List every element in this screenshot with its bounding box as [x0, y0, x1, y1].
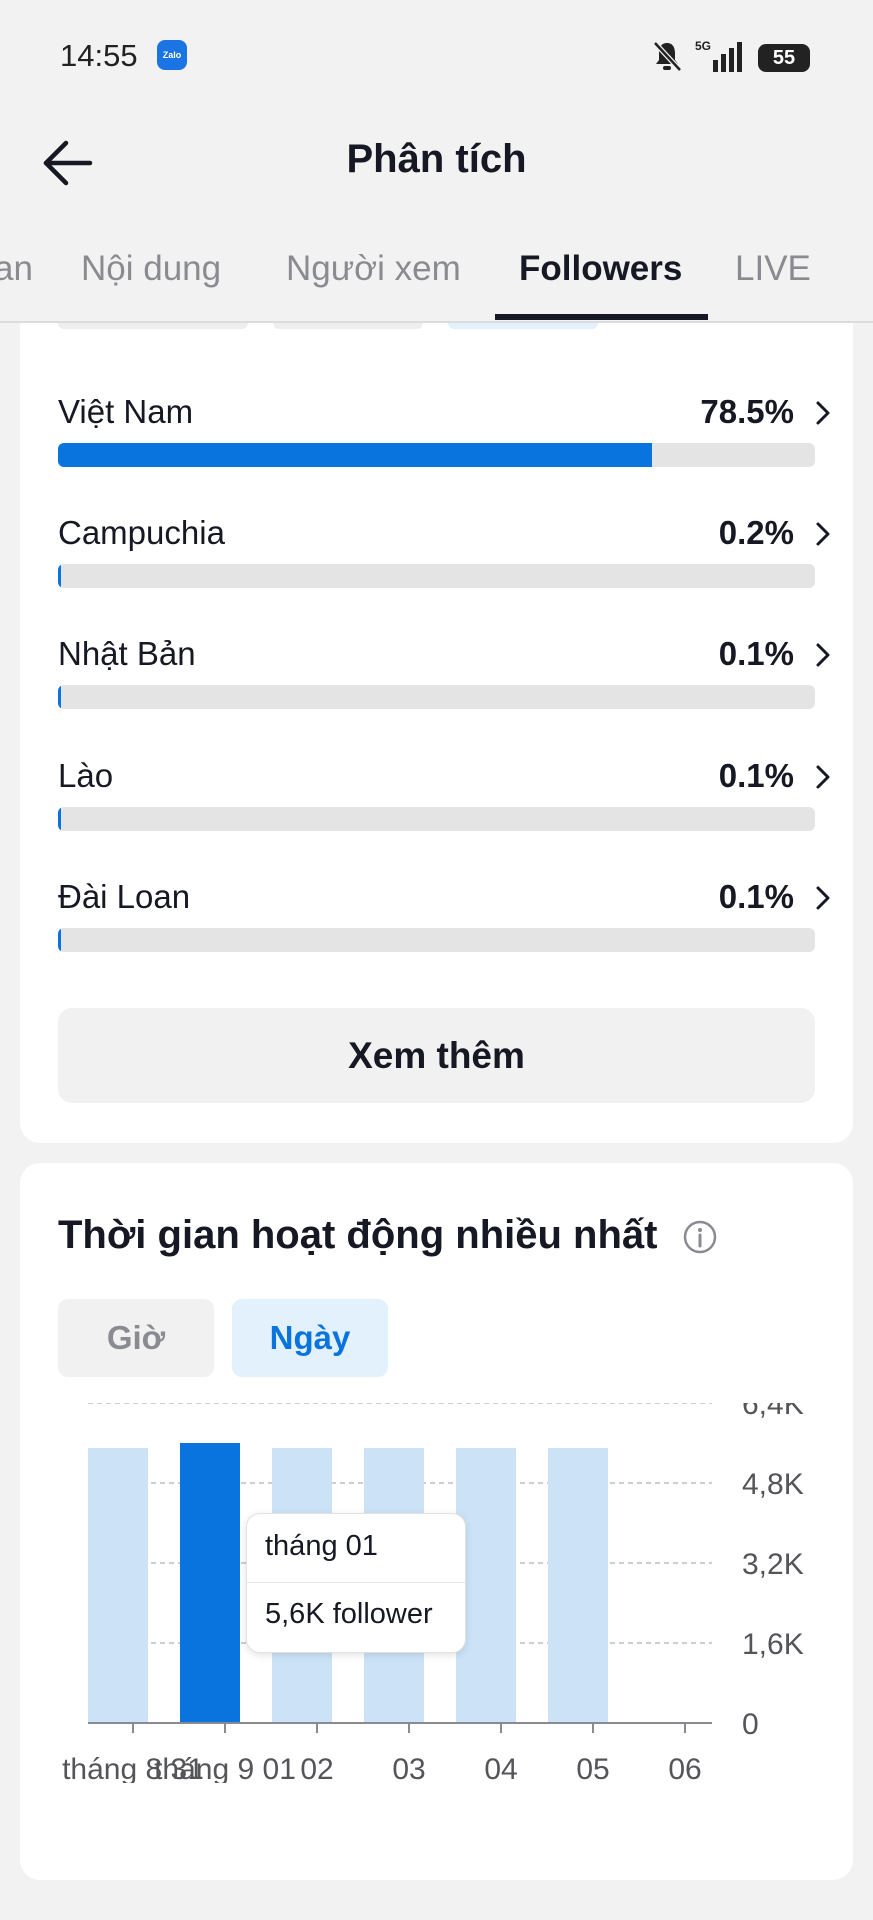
app-header: Phân tích	[0, 115, 873, 225]
progress-track	[58, 685, 815, 709]
status-time: 14:55	[60, 38, 138, 73]
chart-bar	[180, 1443, 240, 1723]
progress-track	[58, 928, 815, 952]
y-tick-label: 4,8K	[742, 1468, 804, 1501]
x-tick-label: 05	[576, 1753, 609, 1783]
see-more-button[interactable]: Xem thêm	[58, 1008, 815, 1103]
chevron-right-icon	[816, 401, 830, 425]
section-title: Thời gian hoạt động nhiều nhất	[58, 1213, 658, 1257]
tab-bar: an Nội dung Người xem Followers LIVE	[0, 225, 873, 323]
progress-fill	[58, 928, 61, 952]
x-tick-label: 02	[300, 1753, 333, 1783]
country-name: Lào	[58, 757, 114, 794]
progress-fill	[58, 443, 653, 467]
progress-track	[58, 443, 815, 467]
country-percent: 0.1%	[718, 878, 794, 915]
y-tick-label: 0	[742, 1708, 759, 1741]
tooltip-value: 5,6K follower	[265, 1598, 433, 1630]
country-name: Việt Nam	[58, 393, 194, 430]
activity-card: Thời gian hoạt động nhiều nhất Giờ Ngày …	[20, 1163, 853, 1880]
active-tab-indicator	[495, 314, 708, 320]
progress-track	[58, 564, 815, 588]
toggle-day-button[interactable]: Ngày	[232, 1299, 388, 1377]
country-percent: 78.5%	[700, 393, 794, 430]
y-tick-label: 1,6K	[742, 1628, 804, 1661]
tab-overview[interactable]: an	[0, 249, 33, 289]
x-tick-label: 04	[484, 1753, 517, 1783]
toggle-hour-button[interactable]: Giờ	[58, 1299, 214, 1377]
progress-fill	[58, 807, 61, 831]
x-tick-label: 03	[392, 1753, 425, 1783]
chevron-right-icon	[816, 765, 830, 789]
signal-icon: 5G	[695, 39, 742, 72]
country-name: Đài Loan	[58, 878, 191, 915]
country-row-vietnam[interactable]: Việt Nam 78.5%	[58, 393, 836, 483]
chevron-right-icon	[816, 886, 830, 910]
country-row-taiwan[interactable]: Đài Loan 0.1%	[58, 878, 836, 968]
bell-off-icon	[653, 41, 682, 72]
tab-followers[interactable]: Followers	[519, 249, 682, 289]
chevron-right-icon	[816, 643, 830, 667]
status-bar: 14:55 Zalo 5G 55	[0, 0, 873, 115]
country-row-laos[interactable]: Lào 0.1%	[58, 757, 836, 847]
page-title: Phân tích	[346, 137, 527, 181]
filter-chip[interactable]	[273, 323, 423, 329]
tab-live[interactable]: LIVE	[735, 249, 811, 289]
y-tick-label: 6,4K	[742, 1403, 804, 1421]
country-row-japan[interactable]: Nhật Bản 0.1%	[58, 635, 836, 725]
y-tick-label: 3,2K	[742, 1548, 804, 1581]
country-percent: 0.1%	[718, 757, 794, 794]
progress-fill	[58, 685, 61, 709]
filter-chip-active[interactable]	[448, 323, 598, 329]
country-row-cambodia[interactable]: Campuchia 0.2%	[58, 514, 836, 604]
x-tick-label: tháng 9 01	[154, 1753, 296, 1783]
tooltip-divider	[247, 1582, 465, 1583]
tab-viewers[interactable]: Người xem	[286, 249, 461, 289]
progress-fill	[58, 564, 61, 588]
chevron-right-icon	[816, 522, 830, 546]
x-tick-label: 06	[668, 1753, 701, 1783]
chart-tooltip: tháng 01 5,6K follower	[246, 1513, 466, 1653]
country-name: Campuchia	[58, 514, 225, 551]
countries-card: Việt Nam 78.5% Campuchia 0.2% Nhật Bản 0…	[20, 323, 853, 1143]
zalo-icon: Zalo	[157, 40, 187, 70]
country-percent: 0.2%	[718, 514, 794, 551]
chart-bar	[88, 1448, 148, 1723]
battery-level: 55	[772, 46, 796, 69]
filter-chip[interactable]	[58, 323, 248, 329]
tooltip-title: tháng 01	[265, 1530, 378, 1562]
chart-bar	[548, 1448, 608, 1723]
country-name: Nhật Bản	[58, 635, 196, 672]
progress-track	[58, 807, 815, 831]
country-percent: 0.1%	[718, 635, 794, 672]
network-label: 5G	[695, 39, 711, 53]
tab-content[interactable]: Nội dung	[81, 249, 221, 289]
battery-icon: 55	[758, 44, 810, 72]
info-icon[interactable]	[682, 1219, 718, 1255]
